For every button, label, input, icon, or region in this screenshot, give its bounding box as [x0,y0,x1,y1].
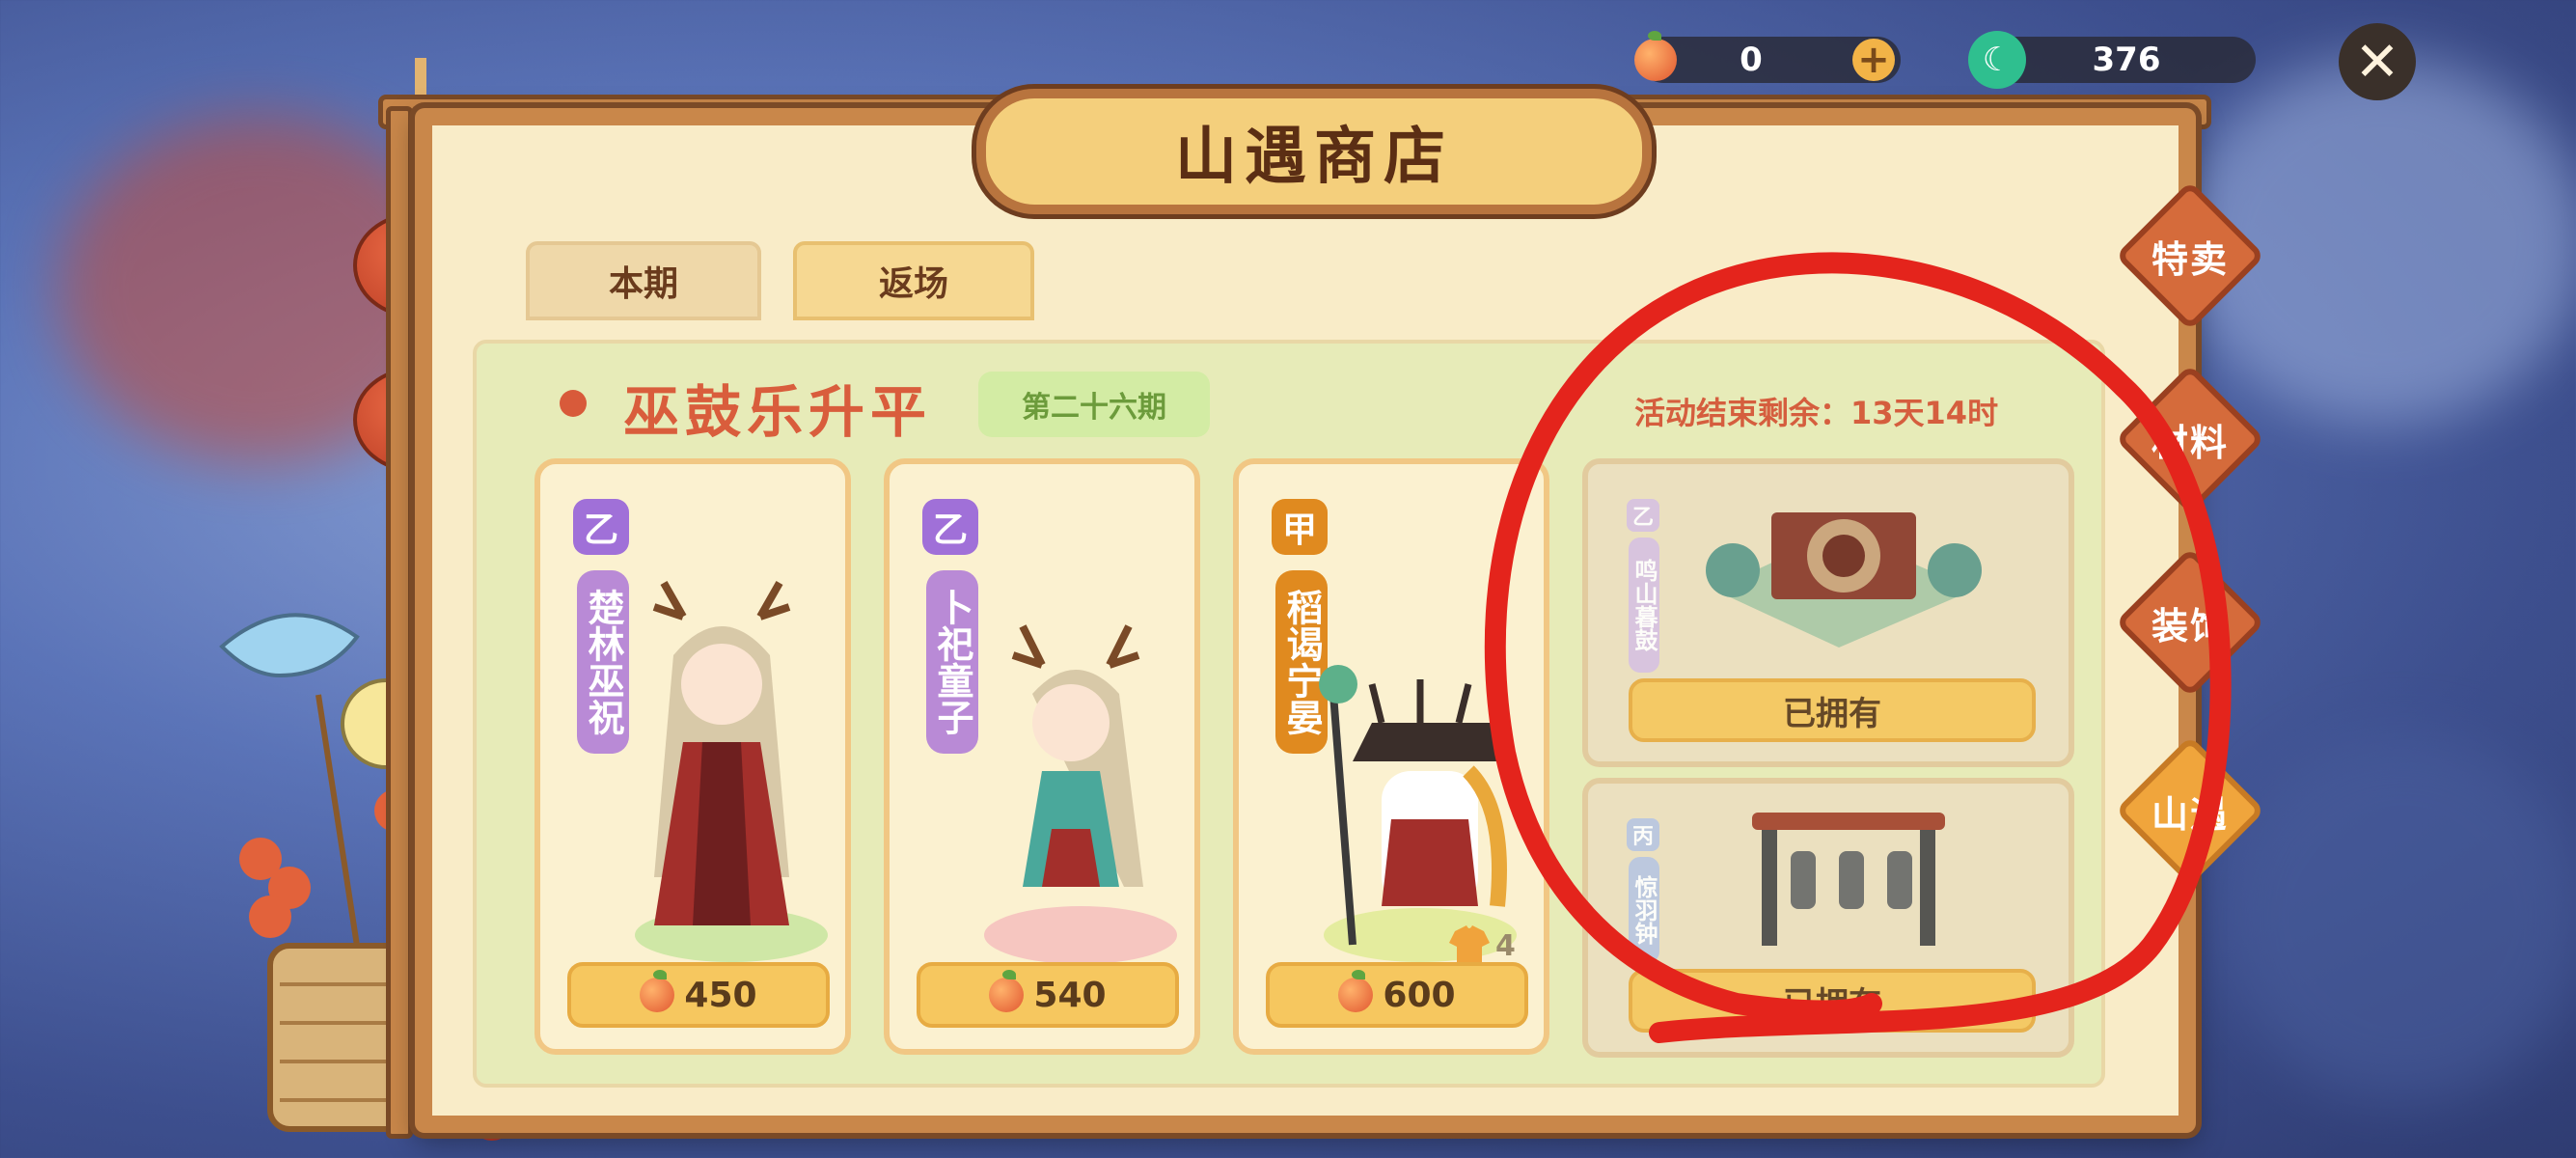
jade-currency-bar: ☾ 376 [1968,31,2256,89]
peach-icon [989,970,1025,1012]
furniture-card[interactable]: 乙 鸣山暮鼓 已拥有 [1582,458,2074,767]
tab-current[interactable]: 本期 [526,241,761,320]
shop-title: 山遇商店 [976,89,1652,214]
furniture-name: 鸣山暮鼓 [1629,538,1659,673]
buy-button[interactable]: 600 [1266,962,1528,1028]
character-illustration [635,581,828,962]
peach-icon [1338,970,1374,1012]
shirt-icon [1449,925,1490,964]
character-illustration [984,624,1177,964]
grade-badge: 乙 [922,499,978,555]
close-icon[interactable]: ✕ [2339,23,2416,100]
side-tab-label: 装饰 [2151,604,2229,648]
side-tab-sale[interactable]: 特卖 [2115,180,2265,331]
buy-button[interactable]: 450 [567,962,830,1028]
price-value: 540 [1033,975,1107,1015]
tab-rerun[interactable]: 返场 [793,241,1034,320]
owned-status: 已拥有 [1629,678,2036,742]
side-tab-label: 材料 [2151,421,2229,464]
buy-button[interactable]: 540 [917,962,1179,1028]
side-tab-decor[interactable]: 装饰 [2115,547,2265,698]
shop-item-card[interactable]: 乙 楚林巫祝 450 [534,458,851,1055]
shop-item-card[interactable]: 甲 稻谒宁晏 4 600 [1233,458,1549,1055]
background-blob [2219,733,2576,1100]
side-tab-materials[interactable]: 材料 [2115,364,2265,514]
furniture-illustration [1752,813,1945,946]
furniture-card[interactable]: 丙 惊羽钟 已拥有 [1582,778,2074,1058]
period-badge: 第二十六期 [978,372,1210,437]
peach-icon [640,970,675,1012]
price-value: 600 [1383,975,1456,1015]
grade-badge: 乙 [1627,499,1659,532]
plus-icon[interactable]: + [1852,39,1895,81]
side-tab-label: 山遇 [2151,792,2229,836]
shop-item-card[interactable]: 乙 卜祀童子 540 [884,458,1200,1055]
jade-icon: ☾ [1968,31,2026,89]
grade-badge: 丙 [1627,818,1659,851]
price-value: 450 [684,975,757,1015]
peach-currency-bar: 0 + [1634,31,1901,83]
frame-post [386,106,413,1139]
side-tab-label: 特卖 [2151,237,2229,281]
furniture-name: 惊羽钟 [1629,857,1659,963]
jade-count: 376 [2092,41,2161,79]
extra-count: 4 [1495,929,1516,963]
grade-badge: 甲 [1272,499,1328,555]
event-timer: 活动结束剩余：13天14时 [1634,395,1999,431]
side-tab-shanyu[interactable]: 山遇 [2115,735,2265,886]
event-title: 巫鼓乐升平 [623,379,933,445]
title-bullet [560,390,587,417]
owned-status: 已拥有 [1629,969,2036,1033]
furniture-illustration [1706,512,1982,648]
grade-badge: 乙 [573,499,629,555]
character-illustration [1319,665,1517,962]
peach-count: 0 [1740,41,1763,79]
